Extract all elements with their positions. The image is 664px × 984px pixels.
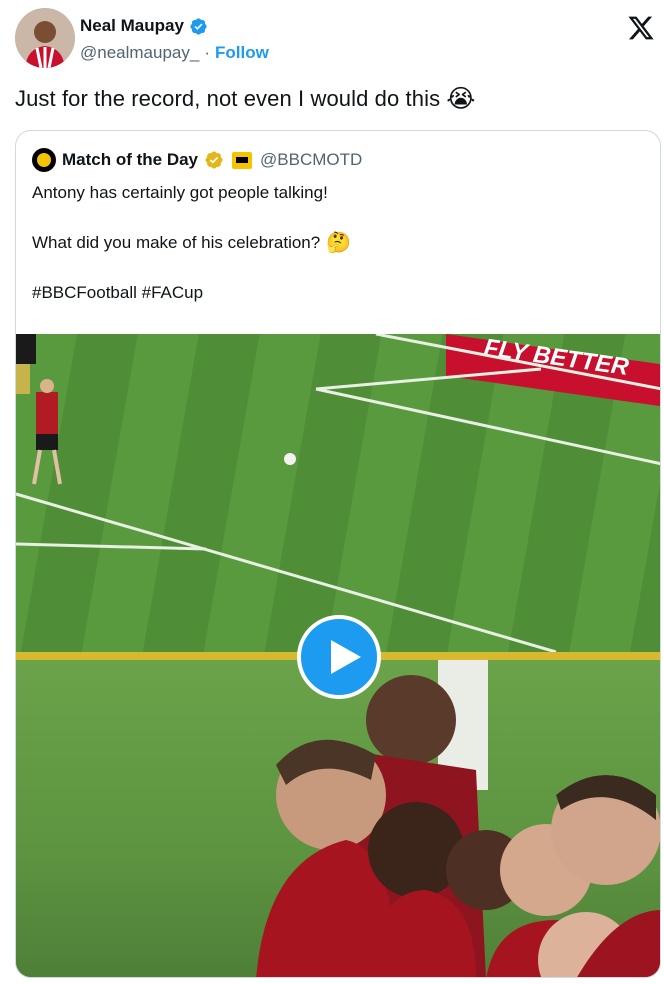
video-player[interactable]: FLY BETTER	[16, 334, 660, 977]
quoted-tweet-line: #BBCFootball #FACup	[32, 283, 203, 303]
tweet-text: Just for the record, not even I would do…	[15, 86, 441, 111]
loudly-crying-emoji-icon: 😭	[446, 84, 476, 113]
quoted-tweet-line: What did you make of his celebration? 🤔	[32, 233, 351, 253]
thinking-face-emoji-icon: 🤔	[326, 232, 352, 254]
tweet-body: Just for the record, not even I would do…	[15, 86, 476, 112]
quoted-author-handle[interactable]: @BBCMOTD	[260, 150, 362, 170]
play-icon[interactable]	[297, 615, 381, 699]
verified-badge-icon	[190, 17, 207, 35]
quoted-hashtags[interactable]: #BBCFootball #FACup	[32, 283, 203, 303]
quoted-author-name[interactable]: Match of the Day	[62, 150, 198, 170]
tweet-header: Neal Maupay @nealmaupay_ · Follow	[15, 8, 660, 70]
author-name[interactable]: Neal Maupay	[80, 16, 184, 36]
players-lineup	[256, 660, 660, 977]
author-avatar[interactable]	[15, 8, 75, 68]
quoted-text-line-2: What did you make of his celebration?	[32, 233, 321, 252]
separator-dot: ·	[204, 43, 211, 62]
pitch-markings	[16, 334, 660, 652]
gold-verified-badge-icon	[205, 151, 223, 169]
follow-button[interactable]: Follow	[215, 43, 269, 63]
x-logo-icon[interactable]	[627, 14, 655, 42]
quoted-author-avatar[interactable]	[32, 148, 56, 172]
quoted-tweet-header: Match of the Day @BBCMOTD	[32, 148, 362, 172]
quoted-tweet-card[interactable]: Match of the Day @BBCMOTD Antony has cer…	[15, 130, 661, 978]
quoted-tweet-line: Antony has certainly got people talking!	[32, 183, 328, 203]
bbc-affiliate-badge-icon	[232, 151, 253, 169]
quoted-text-line-1: Antony has certainly got people talking!	[32, 183, 328, 202]
author-handle[interactable]: @nealmaupay_	[80, 43, 199, 63]
